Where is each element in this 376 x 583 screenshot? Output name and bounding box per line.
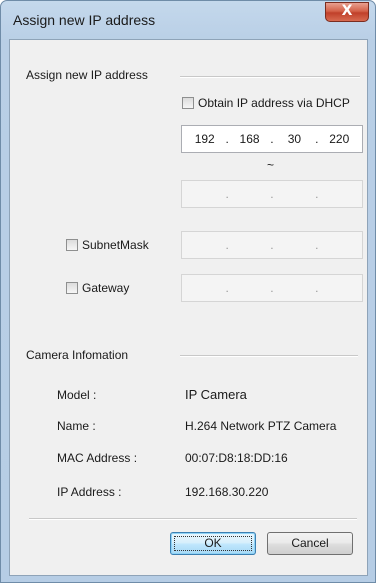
- ip-dot: .: [225, 187, 229, 201]
- start-ip-input[interactable]: 192 . 168 . 30 . 220: [181, 125, 363, 153]
- ip-octet-1[interactable]: 192: [191, 132, 219, 146]
- ip-octet-2[interactable]: 168: [236, 132, 264, 146]
- dhcp-checkbox[interactable]: [182, 97, 194, 109]
- ip-dot: .: [315, 132, 319, 146]
- ip-octet-4[interactable]: 220: [325, 132, 353, 146]
- dhcp-checkbox-row[interactable]: Obtain IP address via DHCP: [182, 96, 350, 110]
- ip-dot: .: [315, 281, 319, 295]
- gateway-input: . . .: [181, 274, 363, 302]
- ip-dot: .: [270, 238, 274, 252]
- ip-dot: .: [270, 281, 274, 295]
- ip-address-value: 192.168.30.220: [185, 485, 269, 499]
- gateway-checkbox[interactable]: [66, 282, 78, 294]
- cancel-button-label: Cancel: [291, 536, 329, 550]
- camera-group-label: Camera Infomation: [26, 348, 129, 362]
- ip-dot: .: [315, 238, 319, 252]
- subnet-checkbox[interactable]: [66, 239, 78, 251]
- name-value: H.264 Network PTZ Camera: [185, 419, 337, 433]
- button-divider: [29, 518, 357, 520]
- focus-rect: [174, 536, 252, 551]
- model-label: Model :: [57, 388, 97, 402]
- model-value: IP Camera: [185, 387, 247, 402]
- assign-group-line: [180, 76, 360, 78]
- mac-label: MAC Address :: [57, 451, 138, 465]
- ip-dot: .: [225, 238, 229, 252]
- window-title: Assign new IP address: [13, 12, 156, 28]
- ip-dot: .: [225, 132, 229, 146]
- end-ip-input: . . .: [181, 180, 363, 208]
- gateway-label: Gateway: [82, 281, 130, 295]
- ip-address-label: IP Address :: [57, 485, 122, 499]
- name-label: Name :: [57, 419, 96, 433]
- ip-dot: .: [225, 281, 229, 295]
- range-separator: ~: [267, 158, 275, 172]
- dialog-client-area: Assign new IP address Obtain IP address …: [9, 39, 368, 576]
- ip-octet-3[interactable]: 30: [280, 132, 308, 146]
- gateway-checkbox-row[interactable]: Gateway: [66, 281, 129, 295]
- assign-group-label: Assign new IP address: [26, 68, 148, 82]
- dialog-window: Assign new IP address X Assign new IP ad…: [0, 0, 376, 583]
- subnet-input: . . .: [181, 231, 363, 259]
- ip-dot: .: [270, 132, 274, 146]
- ip-dot: .: [315, 187, 319, 201]
- ip-dot: .: [270, 187, 274, 201]
- title-bar[interactable]: Assign new IP address X: [1, 1, 375, 39]
- dhcp-label: Obtain IP address via DHCP: [198, 96, 350, 110]
- subnet-label: SubnetMask: [82, 238, 149, 252]
- close-icon: X: [341, 3, 353, 19]
- camera-group-line: [180, 355, 358, 357]
- close-button[interactable]: X: [325, 2, 369, 22]
- cancel-button[interactable]: Cancel: [267, 532, 353, 555]
- ok-button[interactable]: OK: [170, 532, 256, 555]
- mac-value: 00:07:D8:18:DD:16: [185, 451, 288, 465]
- subnet-checkbox-row[interactable]: SubnetMask: [66, 238, 149, 252]
